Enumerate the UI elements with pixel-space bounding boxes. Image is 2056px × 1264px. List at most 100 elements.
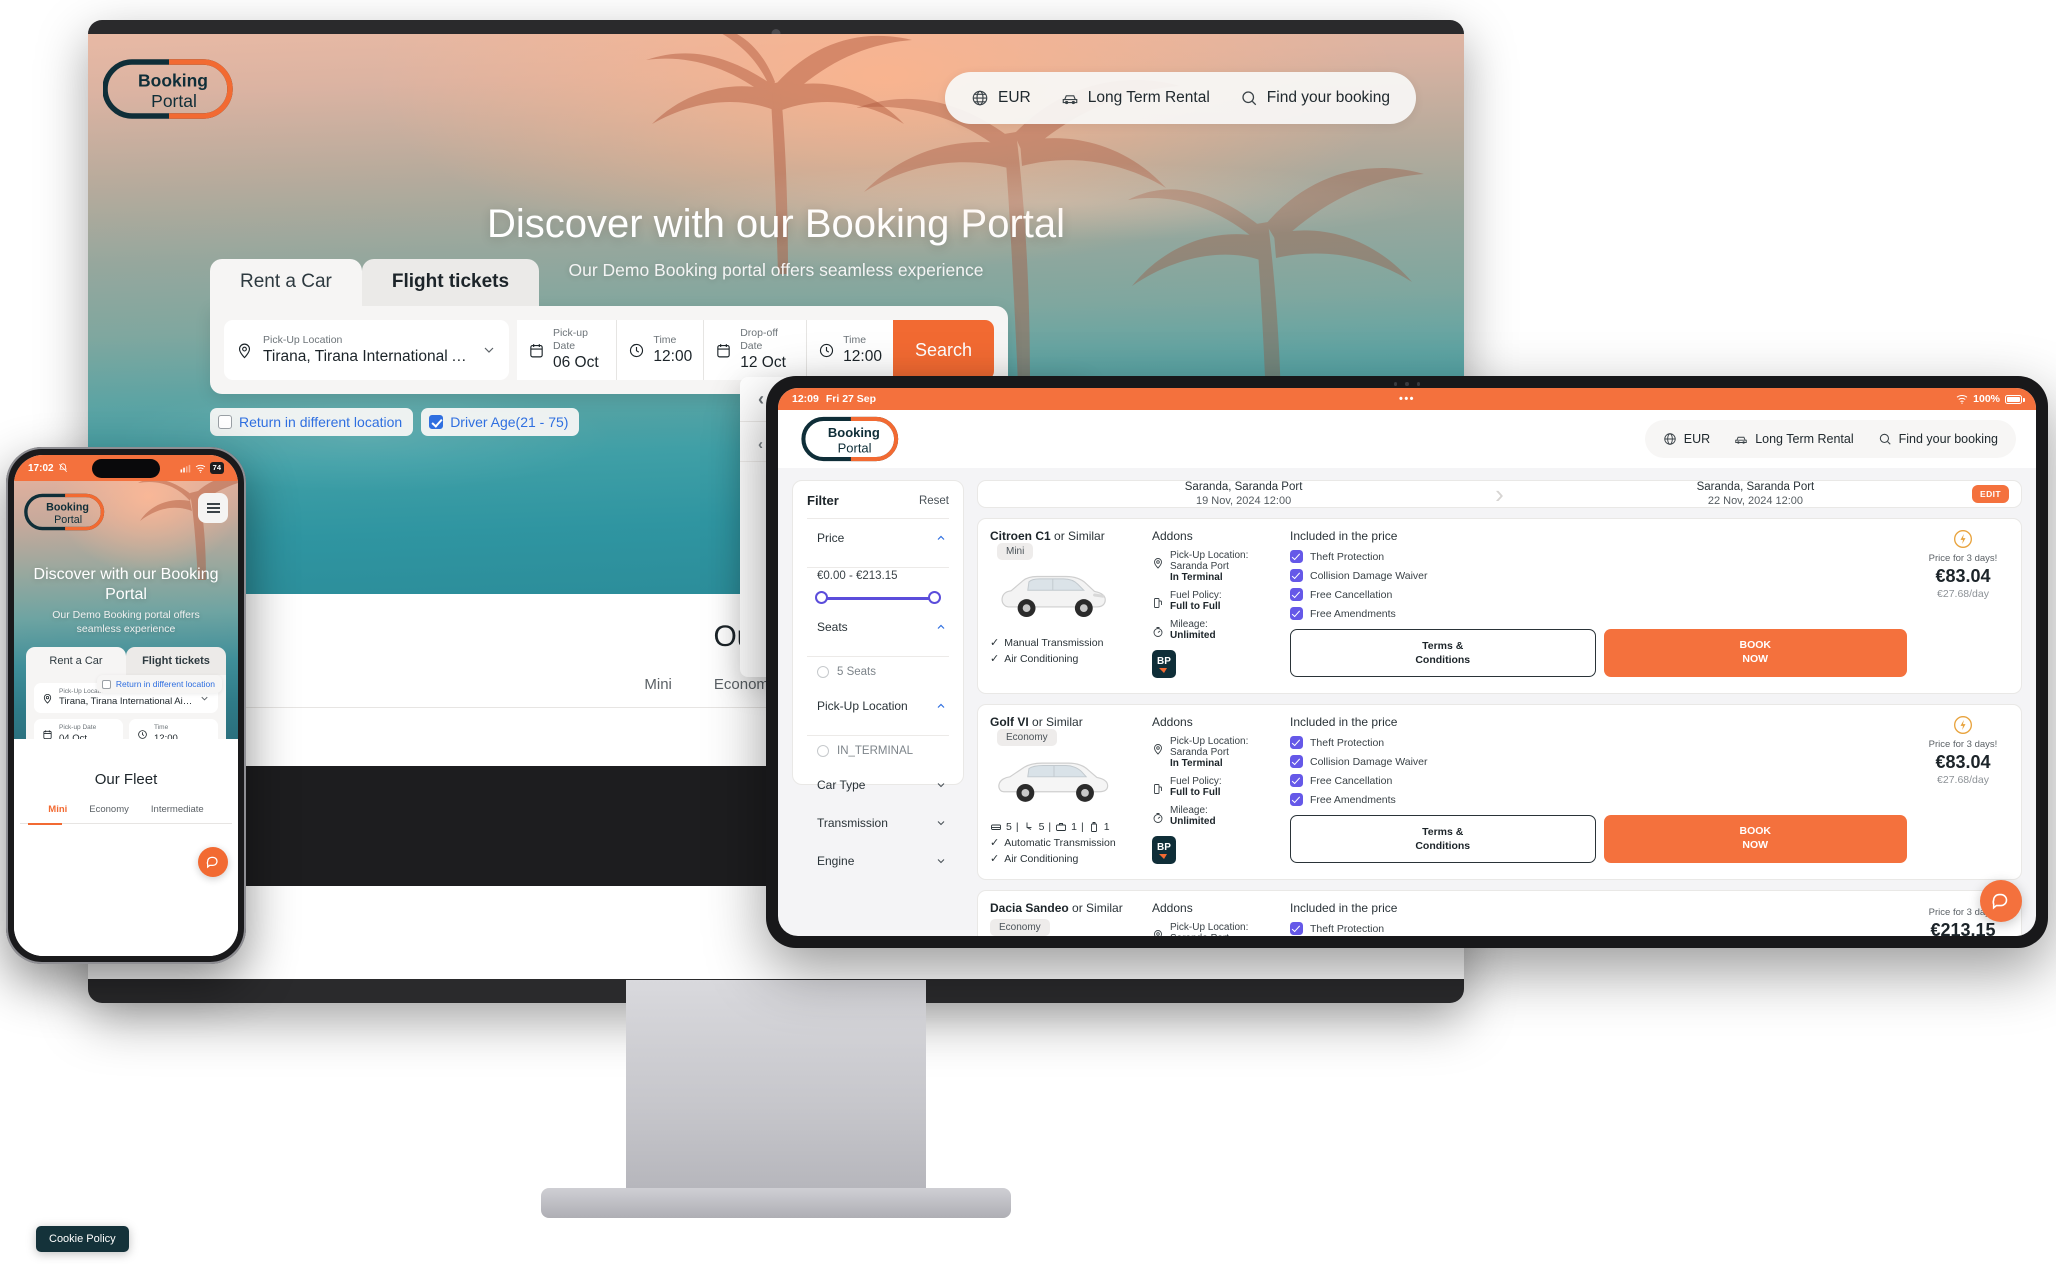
- included-column: Included in the price Theft Protection C…: [1290, 901, 1907, 936]
- filter-reset-button[interactable]: Reset: [919, 495, 949, 507]
- pickup-date-field[interactable]: Pick-up Date 06 Oct: [516, 320, 618, 381]
- car-spec-doors: 5: [1006, 821, 1012, 833]
- dropoff-date-field[interactable]: Drop-off Date 12 Oct: [704, 320, 808, 381]
- fuel-icon: [1154, 598, 1162, 608]
- addon-mileage: Mileage: Unlimited: [1152, 805, 1280, 827]
- chevron-down-icon[interactable]: [199, 693, 210, 704]
- cookie-policy-button[interactable]: Cookie Policy: [36, 1226, 129, 1252]
- nav-item-long-term-rental[interactable]: Long Term Rental: [1734, 432, 1854, 446]
- filter-section-label: Engine: [817, 854, 855, 868]
- filter-section-seats[interactable]: Seats: [807, 608, 949, 646]
- car-result-card[interactable]: Golf VI or Similar Economy 5 | 5 | 1 | 1…: [977, 704, 2022, 880]
- price-range-slider[interactable]: [807, 590, 949, 608]
- slider-handle-max[interactable]: [928, 591, 941, 604]
- pickup-location-field[interactable]: Pick-Up Location Tirana, Tirana Internat…: [224, 320, 509, 381]
- terms-and-conditions-button[interactable]: Terms & Conditions: [1290, 629, 1596, 678]
- slider-handle-min[interactable]: [815, 591, 828, 604]
- tab-flight-tickets[interactable]: Flight tickets: [361, 259, 540, 306]
- included-heading: Included in the price: [1290, 901, 1398, 915]
- tab-flight-tickets[interactable]: Flight tickets: [126, 647, 226, 675]
- filter-section-price[interactable]: Price: [807, 519, 949, 557]
- addon-fuel-policy: Fuel Policy: Full to Full: [1152, 776, 1280, 798]
- tablet-sensors-icon: [1394, 382, 1420, 386]
- nav-label-find-booking: Find your booking: [1898, 432, 1998, 446]
- fleet-tab-mini[interactable]: Mini: [644, 676, 672, 693]
- return-different-location-checkbox[interactable]: Return in different location: [96, 675, 222, 693]
- logo[interactable]: Booking Portal: [798, 416, 906, 462]
- prev-range-icon[interactable]: ‹: [758, 390, 764, 408]
- included-label: Collision Damage Waiver: [1310, 569, 1428, 582]
- logo[interactable]: Booking Portal: [103, 58, 238, 120]
- status-dots-icon: •••: [1398, 393, 1416, 405]
- search-button[interactable]: Search: [892, 320, 994, 381]
- filter-section-car-type[interactable]: Car Type: [807, 766, 949, 804]
- addon-label: Pick-Up Location:: [1170, 922, 1249, 933]
- book-now-button[interactable]: BOOK NOW: [1603, 629, 1907, 678]
- addon-label: Fuel Policy:: [1170, 590, 1222, 601]
- driver-age-checkbox[interactable]: Driver Age(21 - 75): [421, 408, 580, 437]
- booking-widget: Rent a Car Flight tickets Return in diff…: [26, 647, 226, 739]
- dropoff-date-label: Drop-off Date: [740, 327, 778, 353]
- included-label: Free Cancellation: [1310, 588, 1393, 601]
- filter-option-label: IN_TERMINAL: [837, 745, 914, 757]
- tab-rent-a-car[interactable]: Rent a Car: [26, 647, 126, 675]
- filter-section-engine[interactable]: Engine: [807, 842, 949, 880]
- svg-text:Booking: Booking: [828, 425, 880, 440]
- chat-support-button[interactable]: [1980, 880, 2022, 922]
- chevron-down-icon[interactable]: [481, 342, 497, 358]
- fleet-tab-economy[interactable]: Economy: [89, 804, 129, 815]
- route-summary-bar: Saranda, Saranda Port 19 Nov, 2024 12:00…: [977, 480, 2022, 508]
- included-label: Theft Protection: [1310, 922, 1385, 935]
- car-info-column: Citroen C1 or Similar Mini ✓ Manual Tran…: [990, 529, 1142, 683]
- car-category-badge: Mini: [997, 543, 1034, 560]
- nav-item-find-booking[interactable]: Find your booking: [1878, 432, 1998, 446]
- car-result-card[interactable]: Dacia Sandeo or Similar Economy Addons P…: [977, 890, 2022, 936]
- tab-rent-a-car[interactable]: Rent a Car: [210, 259, 362, 306]
- addon-label: Mileage:: [1170, 805, 1208, 816]
- hamburger-menu-button[interactable]: [198, 493, 228, 523]
- pickup-date-value: 06 Oct: [552, 354, 599, 372]
- car-info-column: Dacia Sandeo or Similar Economy: [990, 901, 1142, 936]
- chat-support-button[interactable]: [198, 847, 228, 877]
- mileage-icon: [1153, 627, 1163, 637]
- included-item: Theft Protection: [1290, 550, 1907, 563]
- svg-text:BP: BP: [1157, 842, 1171, 853]
- nav-item-find-booking[interactable]: Find your booking: [1240, 89, 1390, 107]
- filter-section-pickup-location[interactable]: Pick-Up Location: [807, 687, 949, 725]
- nav-item-currency[interactable]: EUR: [971, 89, 1031, 107]
- return-different-location-checkbox[interactable]: Return in different location: [210, 408, 414, 437]
- price-total: €83.04: [1935, 752, 1991, 772]
- nav-item-long-term-rental[interactable]: Long Term Rental: [1061, 89, 1210, 107]
- edit-search-button[interactable]: EDIT: [1972, 485, 2009, 503]
- chevron-down-icon: [937, 821, 945, 826]
- phone-page-body: Our Fleet Mini Economy Intermediate: [14, 739, 238, 956]
- pickup-time-field[interactable]: Time 12:00: [617, 320, 705, 381]
- prev-month-icon[interactable]: ‹: [758, 436, 763, 453]
- pickup-time-field[interactable]: Time 12:00: [129, 719, 218, 739]
- active-tab-indicator: [28, 823, 62, 825]
- book-now-button[interactable]: BOOK NOW: [1603, 815, 1907, 864]
- filter-option-5-seats[interactable]: 5 Seats: [807, 657, 949, 687]
- car-model: Dacia Sandeo: [990, 901, 1069, 915]
- phone-device: 17:02 74 Booking Portal Discover with ou…: [6, 447, 246, 964]
- card-actions: Terms & Conditions BOOK NOW: [1290, 629, 1907, 678]
- location-pin-icon: [1154, 558, 1162, 569]
- terms-and-conditions-button[interactable]: Terms & Conditions: [1290, 815, 1596, 864]
- fleet-tab-mini[interactable]: Mini: [48, 804, 67, 815]
- pickup-date-field[interactable]: Pick-up Date 04 Oct: [34, 719, 123, 739]
- filter-option-in-terminal[interactable]: IN_TERMINAL: [807, 736, 949, 766]
- price-per-day: €27.68/day: [1937, 774, 1989, 786]
- nav-item-currency[interactable]: EUR: [1663, 432, 1710, 446]
- filter-section-label: Seats: [817, 620, 848, 634]
- addons-heading: Addons: [1152, 529, 1193, 543]
- fleet-tab-intermediate[interactable]: Intermediate: [151, 804, 204, 815]
- logo[interactable]: Booking Portal: [24, 493, 108, 531]
- location-pin-icon: [1154, 744, 1162, 755]
- chevron-up-icon: [937, 703, 945, 708]
- car-result-card[interactable]: Citroen C1 or Similar Mini ✓ Manual Tran…: [977, 518, 2022, 694]
- dropoff-time-field[interactable]: Time 12:00: [807, 320, 893, 381]
- filter-header: Filter Reset: [807, 493, 949, 508]
- globe-icon: [1664, 433, 1676, 445]
- filter-section-transmission[interactable]: Transmission: [807, 804, 949, 842]
- check-box-icon: [1290, 793, 1303, 806]
